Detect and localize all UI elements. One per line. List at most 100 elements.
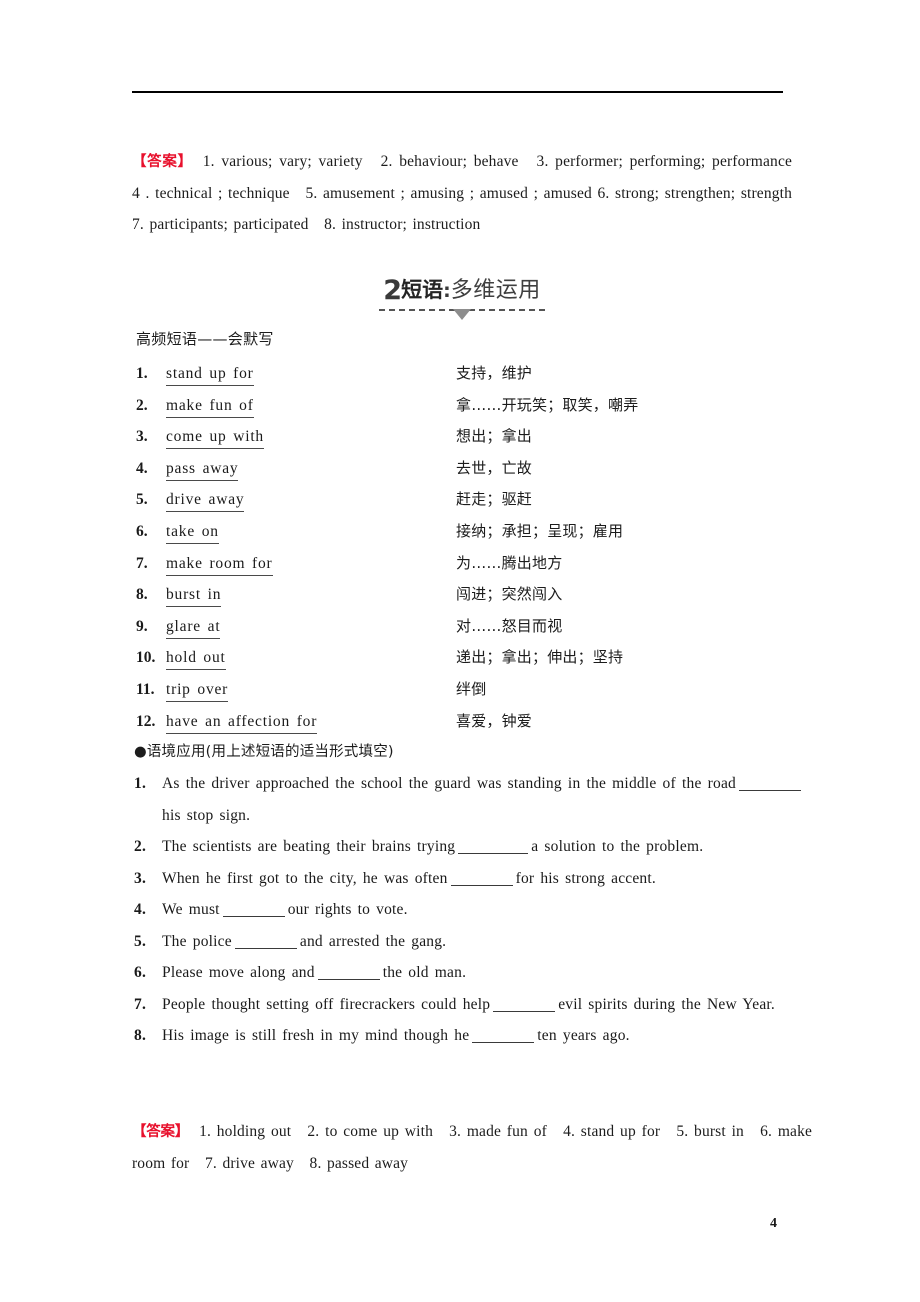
phrase-number: 11.: [136, 680, 155, 698]
phrase-english: have an affection for: [166, 712, 318, 734]
blank-field[interactable]: [222, 916, 285, 917]
exercise-number: 5.: [134, 932, 147, 950]
section-keyword: 短语: [401, 278, 444, 302]
section-heading: 2短语:多维运用: [132, 272, 792, 320]
exercise-text-before: As the driver approached the school the …: [162, 775, 736, 792]
exercise-item: 4. We must our rights to vote.: [132, 894, 804, 926]
exercise-text-before: Please move along and: [162, 964, 315, 981]
phrase-english: hold out: [166, 648, 226, 671]
exercise-text-after: for his strong accent.: [515, 869, 656, 887]
exercise-item: 1. As the driver approached the school th…: [132, 768, 804, 831]
exercise-item: 8. His image is still fresh in my mind th…: [132, 1020, 804, 1052]
phrase-number: 2.: [136, 396, 148, 414]
blank-field[interactable]: [317, 979, 380, 980]
exercise-text-after: and arrested the gang.: [299, 932, 447, 950]
phrase-english: take on: [166, 522, 219, 544]
exercise-item: 6. Please move along and the old man.: [132, 957, 804, 989]
list-item: 1. stand up for 支持，维护: [136, 358, 796, 390]
section-number: 2: [383, 275, 402, 306]
phrase-chinese: 去世，亡故: [456, 458, 533, 477]
section-subtitle: 多维运用: [450, 278, 541, 303]
list-item: 7. make room for 为……腾出地方: [136, 548, 796, 580]
answer-label: 【答案】: [132, 154, 193, 170]
exercise-list: 1. As the driver approached the school th…: [132, 768, 804, 1052]
phrase-chinese: 绊倒: [456, 679, 487, 698]
answer-label: 【答案】: [132, 1124, 190, 1140]
list-item: 8. burst in 闯进；突然闯入: [136, 579, 796, 611]
exercise-text-after: our rights to vote.: [287, 901, 408, 918]
exercise-number: 4.: [134, 901, 147, 918]
exercise-text-after: evil spirits during the New Year.: [558, 995, 775, 1013]
phrase-number: 10.: [136, 649, 156, 667]
blank-field[interactable]: [739, 790, 801, 791]
blank-field[interactable]: [493, 1010, 556, 1012]
phrase-number: 12.: [136, 712, 156, 730]
phrase-english: make fun of: [166, 396, 254, 418]
exercise-text-after: the old man.: [382, 964, 467, 981]
exercise-text-before: People thought setting off firecrackers …: [162, 995, 491, 1013]
document-page: 【答案】 1. various; vary; variety 2. behavio…: [0, 0, 920, 1302]
answer-text: 1. holding out 2. to come up with 3. mad…: [132, 1123, 813, 1172]
phrase-chinese: 想出；拿出: [456, 427, 533, 446]
context-section-title: ●语境应用(用上述短语的适当形式填空): [134, 744, 394, 760]
exercise-number: 1.: [134, 775, 147, 792]
phrase-number: 6.: [136, 522, 148, 540]
exercise-text-before: When he first got to the city, he was of…: [162, 869, 448, 887]
phrase-chinese: 拿……开玩笑；取笑，嘲弄: [456, 395, 639, 414]
phrase-chinese: 接纳；承担；呈现；雇用: [456, 521, 624, 540]
exercise-text-before: The police: [162, 932, 232, 950]
exercise-item: 5. The police and arrested the gang.: [132, 926, 804, 958]
exercise-number: 6.: [134, 964, 147, 981]
list-item: 10. hold out 递出；拿出；伸出；坚持: [136, 642, 796, 674]
list-item: 2. make fun of 拿……开玩笑；取笑，嘲弄: [136, 390, 796, 422]
exercise-text-after: his stop sign.: [162, 806, 251, 824]
exercise-number: 2.: [134, 838, 147, 855]
phrase-chinese: 对……怒目而视: [456, 616, 563, 635]
phrase-english: burst in: [166, 585, 222, 608]
phrase-list: 1. stand up for 支持，维护 2. make fun of 拿……开玩…: [136, 358, 796, 737]
answer-text: 1. various; vary; variety 2. behaviour; …: [132, 153, 808, 233]
phrase-english: pass away: [166, 459, 239, 481]
answer-block-bottom: 【答案】 1. holding out 2. to come up with 3.…: [132, 1116, 812, 1179]
list-item: 4. pass away 去世，亡故: [136, 453, 796, 485]
exercise-text-after: ten years ago.: [537, 1027, 630, 1044]
list-item: 11. trip over 绊倒: [136, 674, 796, 706]
exercise-number: 7.: [134, 995, 147, 1013]
phrase-chinese: 喜爱，钟爱: [456, 711, 533, 730]
exercise-text-before: We must: [162, 901, 220, 918]
phrase-number: 8.: [136, 586, 148, 604]
exercise-item: 7. People thought setting off firecracker…: [132, 989, 804, 1021]
exercise-item: 2. The scientists are beating their brain…: [132, 831, 804, 863]
exercise-number: 3.: [134, 869, 147, 887]
exercise-text-before: The scientists are beating their brains …: [162, 838, 456, 855]
phrase-section-subtitle: 高频短语——会默写: [136, 330, 274, 348]
phrase-chinese: 为……腾出地方: [456, 553, 563, 572]
phrase-number: 3.: [136, 428, 148, 446]
blank-field[interactable]: [234, 947, 297, 949]
phrase-english: stand up for: [166, 364, 254, 386]
exercise-item: 3. When he first got to the city, he was …: [132, 863, 804, 895]
phrase-chinese: 递出；拿出；伸出；坚持: [456, 648, 624, 667]
phrase-english: drive away: [166, 490, 245, 513]
phrase-english: trip over: [166, 680, 229, 702]
phrase-number: 7.: [136, 554, 148, 572]
list-item: 5. drive away 赶走；驱赶: [136, 484, 796, 516]
triangle-down-icon: [452, 309, 471, 320]
exercise-number: 8.: [134, 1027, 147, 1044]
section-colon: :: [443, 280, 451, 302]
blank-field[interactable]: [458, 853, 529, 854]
header-rule: [132, 91, 783, 93]
exercise-text-before: His image is still fresh in my mind thou…: [162, 1027, 470, 1044]
phrase-chinese: 闯进；突然闯入: [456, 585, 563, 604]
phrase-english: glare at: [166, 617, 221, 639]
phrase-english: come up with: [166, 427, 264, 450]
list-item: 3. come up with 想出；拿出: [136, 421, 796, 453]
phrase-chinese: 赶走；驱赶: [456, 490, 533, 509]
blank-field[interactable]: [472, 1042, 535, 1043]
phrase-english: make room for: [166, 554, 273, 576]
phrase-chinese: 支持，维护: [456, 364, 533, 382]
list-item: 12. have an affection for 喜爱，钟爱: [136, 706, 796, 738]
exercise-text-after: a solution to the problem.: [531, 838, 704, 855]
blank-field[interactable]: [450, 884, 513, 886]
phrase-number: 9.: [136, 617, 148, 635]
